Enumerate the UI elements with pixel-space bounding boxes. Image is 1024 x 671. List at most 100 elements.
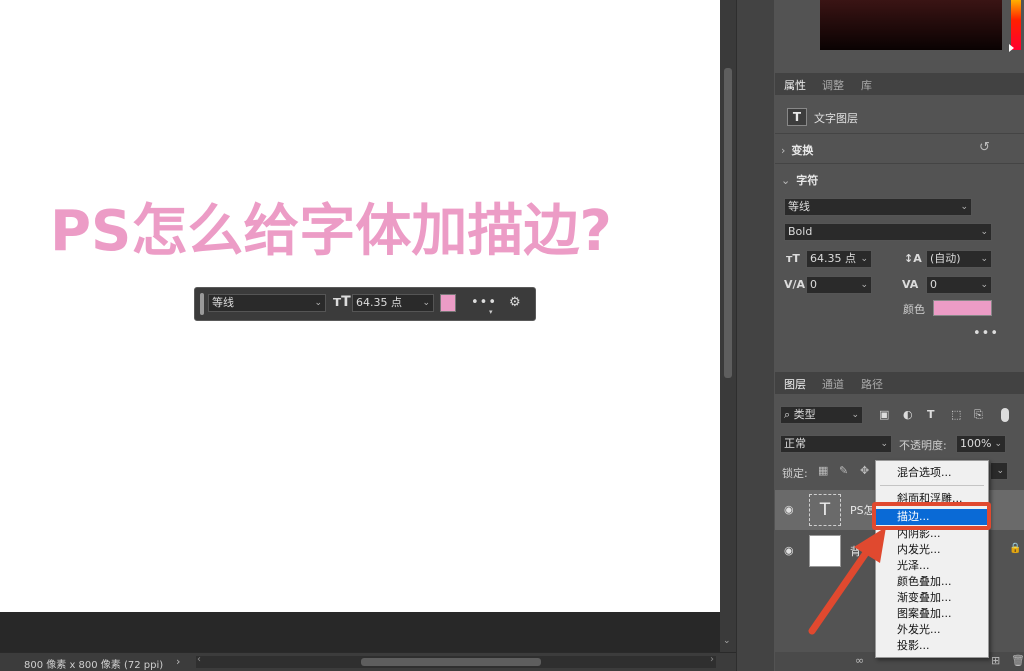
chevron-down-icon: ⌄: [860, 254, 868, 264]
opacity-value: 100%: [960, 437, 992, 450]
leading-icon: ↕A: [904, 252, 922, 265]
scroll-left-icon[interactable]: ‹: [197, 654, 201, 665]
hue-marker-icon[interactable]: [1009, 44, 1014, 52]
chevron-down-icon: ⌄: [781, 174, 791, 187]
tracking-dropdown[interactable]: 0 ⌄: [926, 276, 992, 294]
menu-item-drop-shadow[interactable]: 投影...: [876, 638, 988, 654]
document-canvas[interactable]: PS怎么给字体加描边? 等线 ⌄ ᴛT 64.35 点 ⌄ ••• ▾ ⚙: [0, 0, 720, 612]
tracking-value: 0: [930, 278, 937, 291]
kerning-value: 0: [810, 278, 817, 291]
tab-libraries[interactable]: 库: [861, 77, 872, 93]
caret-down-icon[interactable]: ▾: [489, 308, 493, 316]
vertical-scroll-thumb[interactable]: [724, 68, 732, 378]
tab-properties[interactable]: 属性: [784, 77, 806, 93]
font-family-dropdown[interactable]: 等线 ⌄: [784, 198, 972, 216]
opacity-input[interactable]: 100% ⌄: [956, 435, 1006, 453]
layer-filter-value: 类型: [793, 408, 816, 421]
character-section-header[interactable]: ⌄ 字符: [781, 172, 818, 188]
lock-icon: 🔒: [1009, 543, 1022, 554]
leading-dropdown[interactable]: (自动) ⌄: [926, 250, 992, 268]
toolbar-color-swatch[interactable]: [440, 294, 456, 312]
toolbar-font-size-value: 64.35 点: [356, 296, 402, 309]
tab-channels[interactable]: 通道: [822, 376, 844, 392]
menu-item-blending-options[interactable]: 混合选项...: [876, 465, 988, 481]
lock-label: 锁定:: [782, 467, 808, 480]
kerning-icon: V/A: [784, 278, 806, 291]
adjustment-filter-icon[interactable]: ◐: [903, 408, 913, 421]
horizontal-scroll-thumb[interactable]: [361, 658, 541, 666]
menu-separator: [880, 485, 984, 486]
layer-name[interactable]: PS怎: [850, 502, 875, 518]
menu-item-gradient-overlay[interactable]: 渐变叠加...: [876, 590, 988, 606]
image-filter-icon[interactable]: ▣: [879, 408, 889, 421]
settings-sliders-icon[interactable]: ⚙: [509, 295, 521, 310]
kerning-dropdown[interactable]: 0 ⌄: [806, 276, 872, 294]
shape-filter-icon[interactable]: ⬚: [951, 408, 961, 421]
chevron-right-icon: ›: [781, 144, 786, 157]
layer-filter-dropdown[interactable]: ⌕ 类型 ⌄: [780, 406, 863, 424]
text-color-swatch[interactable]: [933, 300, 992, 316]
font-size-dropdown[interactable]: 64.35 点 ⌄: [806, 250, 872, 268]
transform-section-header[interactable]: › 变换: [781, 142, 813, 158]
chevron-down-icon: ⌄: [994, 439, 1002, 449]
chevron-down-icon: ⌄: [996, 466, 1004, 476]
annotation-arrow-icon: [808, 527, 886, 635]
tab-adjustments[interactable]: 调整: [822, 77, 844, 93]
new-layer-icon[interactable]: ⊞: [991, 654, 1000, 667]
menu-item-inner-glow[interactable]: 内发光...: [876, 542, 988, 558]
status-bar: 800 像素 x 800 像素 (72 ppi) › ‹ ›: [0, 652, 736, 671]
scroll-right-icon[interactable]: ›: [710, 654, 714, 665]
scroll-down-icon[interactable]: ⌄: [723, 636, 731, 646]
text-layer-thumbnail[interactable]: T: [809, 494, 841, 526]
color-picker-panel: [775, 0, 1024, 68]
text-color-label: 颜色: [903, 303, 925, 316]
lock-transparency-icon[interactable]: ▦: [818, 464, 828, 477]
text-layer-type-icon: T: [787, 108, 807, 126]
tab-paths[interactable]: 路径: [861, 376, 883, 392]
visibility-eye-icon[interactable]: ◉: [784, 544, 794, 557]
vertical-scrollbar[interactable]: ⌄: [720, 0, 736, 652]
more-options-icon[interactable]: •••: [471, 295, 497, 310]
smart-object-filter-icon[interactable]: ⎘: [974, 408, 983, 422]
toolbar-font-size-dropdown[interactable]: 64.35 点 ⌄: [352, 294, 434, 312]
menu-item-color-overlay[interactable]: 颜色叠加...: [876, 574, 988, 590]
divider: [775, 133, 1024, 134]
canvas-headline-text[interactable]: PS怎么给字体加描边?: [50, 186, 670, 266]
fill-dropdown[interactable]: ⌄: [990, 462, 1008, 480]
tab-layers[interactable]: 图层: [784, 376, 806, 392]
toolbar-font-value: 等线: [212, 296, 234, 309]
opacity-label: 不透明度:: [899, 439, 947, 452]
chevron-down-icon: ⌄: [880, 439, 888, 449]
status-menu-arrow-icon[interactable]: ›: [176, 655, 180, 668]
search-icon: ⌕: [784, 408, 791, 421]
font-size-icon: ᴛT: [786, 252, 800, 265]
chevron-down-icon: ⌄: [860, 280, 868, 290]
collapsed-panel-strip: [736, 0, 774, 671]
link-layers-icon[interactable]: ∞: [855, 654, 864, 667]
delete-layer-icon[interactable]: 🗑: [1011, 654, 1024, 667]
filter-toggle[interactable]: [1001, 408, 1009, 422]
horizontal-scrollbar[interactable]: ‹ ›: [196, 654, 716, 668]
blend-mode-value: 正常: [784, 437, 806, 450]
reset-transform-icon[interactable]: ↺: [979, 140, 990, 155]
font-style-dropdown[interactable]: Bold ⌄: [784, 223, 992, 241]
contextual-task-bar: 等线 ⌄ ᴛT 64.35 点 ⌄ ••• ▾ ⚙: [194, 287, 536, 321]
annotation-arrow-shaft: [808, 543, 874, 635]
toolbar-font-dropdown[interactable]: 等线 ⌄: [208, 294, 326, 312]
chevron-down-icon: ⌄: [314, 298, 322, 308]
hue-slider[interactable]: [1011, 0, 1021, 50]
color-field[interactable]: [820, 0, 1002, 50]
lock-position-move-icon[interactable]: ✥: [860, 464, 869, 477]
blend-mode-dropdown[interactable]: 正常 ⌄: [780, 435, 892, 453]
menu-item-outer-glow[interactable]: 外发光...: [876, 622, 988, 638]
chevron-down-icon: ⌄: [980, 254, 988, 264]
menu-item-pattern-overlay[interactable]: 图案叠加...: [876, 606, 988, 622]
menu-item-satin[interactable]: 光泽...: [876, 558, 988, 574]
more-options-icon[interactable]: •••: [973, 326, 999, 341]
tracking-icon: VA: [902, 278, 919, 291]
toolbar-drag-handle[interactable]: [200, 293, 204, 315]
chevron-down-icon: ⌄: [980, 227, 988, 237]
visibility-eye-icon[interactable]: ◉: [784, 503, 794, 516]
text-filter-icon[interactable]: T: [927, 408, 935, 421]
lock-pixels-brush-icon[interactable]: ✎: [839, 464, 848, 477]
